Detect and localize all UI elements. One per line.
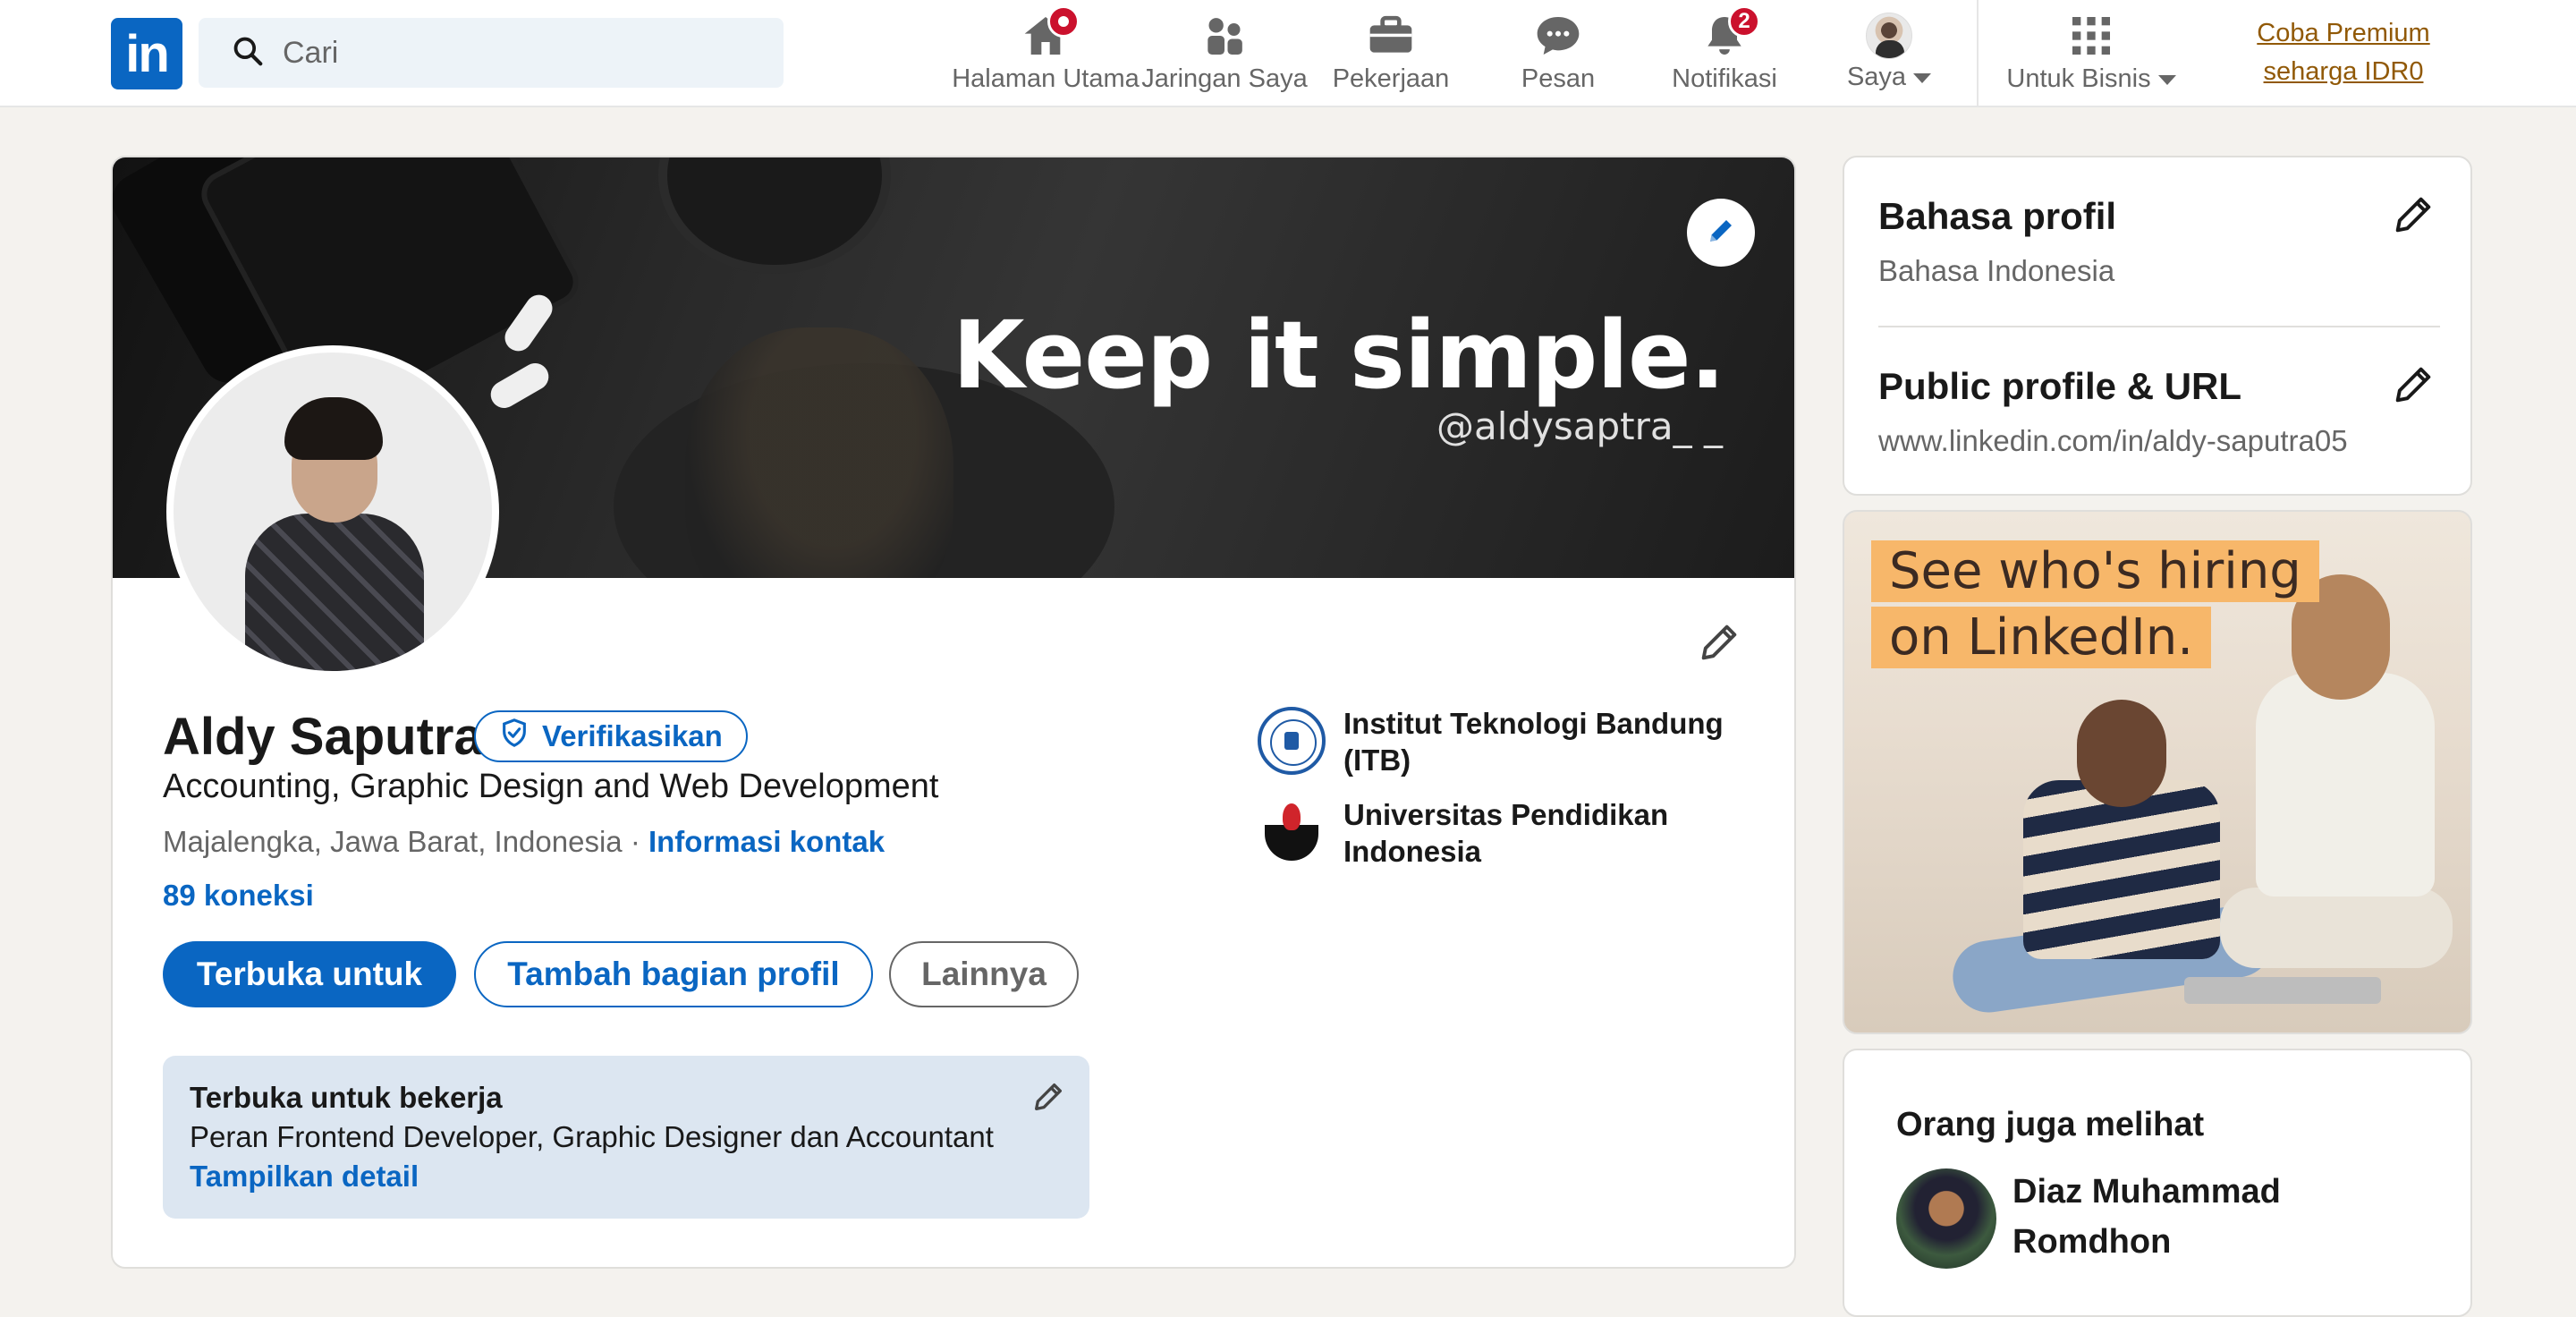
- nav-messaging-label: Pesan: [1521, 64, 1596, 93]
- pencil-icon: [1705, 215, 1737, 251]
- nav-jobs-label: Pekerjaan: [1332, 64, 1450, 93]
- chevron-down-icon: [2157, 74, 2176, 85]
- profile-photo-hair: [284, 397, 383, 460]
- pencil-icon: [1035, 1083, 1062, 1110]
- banner-earbud: [486, 358, 554, 413]
- profile-settings-card: Bahasa profil Bahasa Indonesia Public pr…: [1843, 156, 2472, 496]
- profile-location-row: Majalengka, Jawa Barat, Indonesia · Info…: [163, 825, 885, 859]
- open-to-work-title: Terbuka untuk bekerja: [190, 1081, 503, 1114]
- edit-open-to-work-button[interactable]: [1030, 1079, 1066, 1115]
- ad-headline-line-1: See who's hiring: [1871, 540, 2319, 602]
- edit-public-url-button[interactable]: [2390, 361, 2436, 408]
- public-profile-url: www.linkedin.com/in/aldy-saputra05: [1878, 424, 2348, 457]
- banner-cup: [667, 157, 882, 265]
- nav-network-label: Jaringan Saya: [1141, 64, 1308, 93]
- ad-figure: [2220, 888, 2453, 968]
- nav-me[interactable]: Saya: [1839, 0, 1939, 107]
- avatar[interactable]: [1896, 1168, 1996, 1269]
- open-to-button[interactable]: Terbuka untuk: [163, 941, 456, 1007]
- more-button[interactable]: Lainnya: [889, 941, 1079, 1007]
- bell-icon: 2: [1699, 5, 1760, 61]
- open-to-work-description: Peran Frontend Developer, Graphic Design…: [190, 1120, 994, 1153]
- edit-intro-button[interactable]: [1696, 619, 1742, 666]
- profile-photo[interactable]: [166, 345, 499, 678]
- ad-figure: [2077, 700, 2166, 807]
- search-icon: [231, 34, 265, 72]
- linkedin-logo[interactable]: in: [111, 18, 182, 89]
- ad-laptop: [2184, 977, 2381, 1004]
- nav-messaging[interactable]: Pesan: [1504, 0, 1612, 107]
- notification-dot: [1047, 5, 1080, 38]
- ad-figure: [2256, 673, 2435, 896]
- people-also-viewed-card: Orang juga melihat Diaz Muhammad Romdhon: [1843, 1049, 2472, 1317]
- profile-name: Aldy Saputra: [163, 708, 483, 766]
- nav-home[interactable]: Halaman Utama: [952, 0, 1140, 107]
- premium-line-2[interactable]: seharga IDR0: [2236, 53, 2451, 91]
- education-name: Institut Teknologi Bandung (ITB): [1343, 707, 1724, 777]
- nav-me-label: Saya: [1846, 63, 1907, 91]
- upi-logo: [1258, 798, 1326, 866]
- location-separator: ·: [622, 825, 648, 858]
- pencil-icon: [2395, 367, 2431, 403]
- nav-business-label: Untuk Bisnis: [2006, 64, 2151, 93]
- banner-portrait: [685, 327, 953, 578]
- show-details-link[interactable]: Tampilkan detail: [190, 1160, 1063, 1194]
- banner-title: Keep it simple.: [952, 301, 1725, 410]
- nav-divider: [1977, 0, 1979, 107]
- pencil-icon: [1701, 625, 1737, 660]
- public-profile-title: Public profile & URL: [1878, 365, 2242, 407]
- contact-info-link[interactable]: Informasi kontak: [648, 825, 885, 858]
- education-item[interactable]: Universitas Pendidikan Indonesia: [1258, 796, 1758, 870]
- pencil-icon: [2395, 197, 2431, 233]
- nav-notifications-label: Notifikasi: [1672, 64, 1777, 93]
- top-navigation-bar: in Halaman Utama Jaringan Saya Pekerjaan…: [0, 0, 2576, 107]
- education-name: Universitas Pendidikan Indonesia: [1343, 798, 1669, 868]
- profile-card: Keep it simple. @aldysaptra_ _ Aldy Sapu…: [111, 156, 1796, 1269]
- verify-label: Verifikasikan: [542, 719, 723, 752]
- notification-badge: 2: [1728, 5, 1760, 38]
- profile-location: Majalengka, Jawa Barat, Indonesia: [163, 825, 623, 858]
- home-icon: [1021, 5, 1080, 61]
- profile-headline: Accounting, Graphic Design and Web Devel…: [163, 768, 939, 805]
- avatar: [1866, 13, 1912, 59]
- profile-language-value: Bahasa Indonesia: [1878, 254, 2115, 287]
- profile-language-title: Bahasa profil: [1878, 195, 2117, 237]
- ad-figure: [2023, 780, 2220, 959]
- search-bar[interactable]: [199, 18, 784, 88]
- edit-banner-button[interactable]: [1687, 199, 1755, 267]
- nav-home-label: Halaman Utama: [952, 64, 1140, 93]
- chevron-down-icon: [1913, 72, 1932, 83]
- verify-button[interactable]: Verifikasikan: [474, 710, 748, 762]
- premium-link[interactable]: Coba Premium seharga IDR0: [2236, 14, 2451, 91]
- itb-logo: [1258, 707, 1326, 775]
- person-name-link[interactable]: Diaz Muhammad Romdhon: [2012, 1167, 2388, 1267]
- premium-line-1[interactable]: Coba Premium: [2236, 14, 2451, 53]
- banner-handle: @aldysaptra_ _: [1436, 404, 1723, 448]
- advertisement-banner[interactable]: See who's hiring on LinkedIn.: [1843, 510, 2472, 1034]
- nav-notifications[interactable]: 2 Notifikasi: [1664, 0, 1785, 107]
- message-icon: [1533, 11, 1583, 61]
- search-input[interactable]: [283, 35, 748, 71]
- connections-link[interactable]: 89 koneksi: [163, 879, 314, 913]
- education-item[interactable]: Institut Teknologi Bandung (ITB): [1258, 705, 1758, 778]
- ad-headline-line-2: on LinkedIn.: [1871, 607, 2212, 668]
- people-also-viewed-title: Orang juga melihat: [1896, 1106, 2205, 1143]
- divider: [1878, 326, 2440, 327]
- nav-network[interactable]: Jaringan Saya: [1141, 0, 1308, 107]
- shield-check-icon: [499, 718, 530, 755]
- people-icon: [1199, 11, 1250, 61]
- add-profile-section-button[interactable]: Tambah bagian profil: [474, 941, 873, 1007]
- nav-business[interactable]: Untuk Bisnis: [1998, 0, 2184, 107]
- edit-language-button[interactable]: [2390, 191, 2436, 238]
- nav-jobs[interactable]: Pekerjaan: [1327, 0, 1454, 107]
- grid-icon: [2066, 11, 2116, 61]
- profile-photo-shirt: [245, 514, 424, 671]
- briefcase-icon: [1366, 11, 1416, 61]
- open-to-work-box: Terbuka untuk bekerja Peran Frontend Dev…: [163, 1056, 1089, 1219]
